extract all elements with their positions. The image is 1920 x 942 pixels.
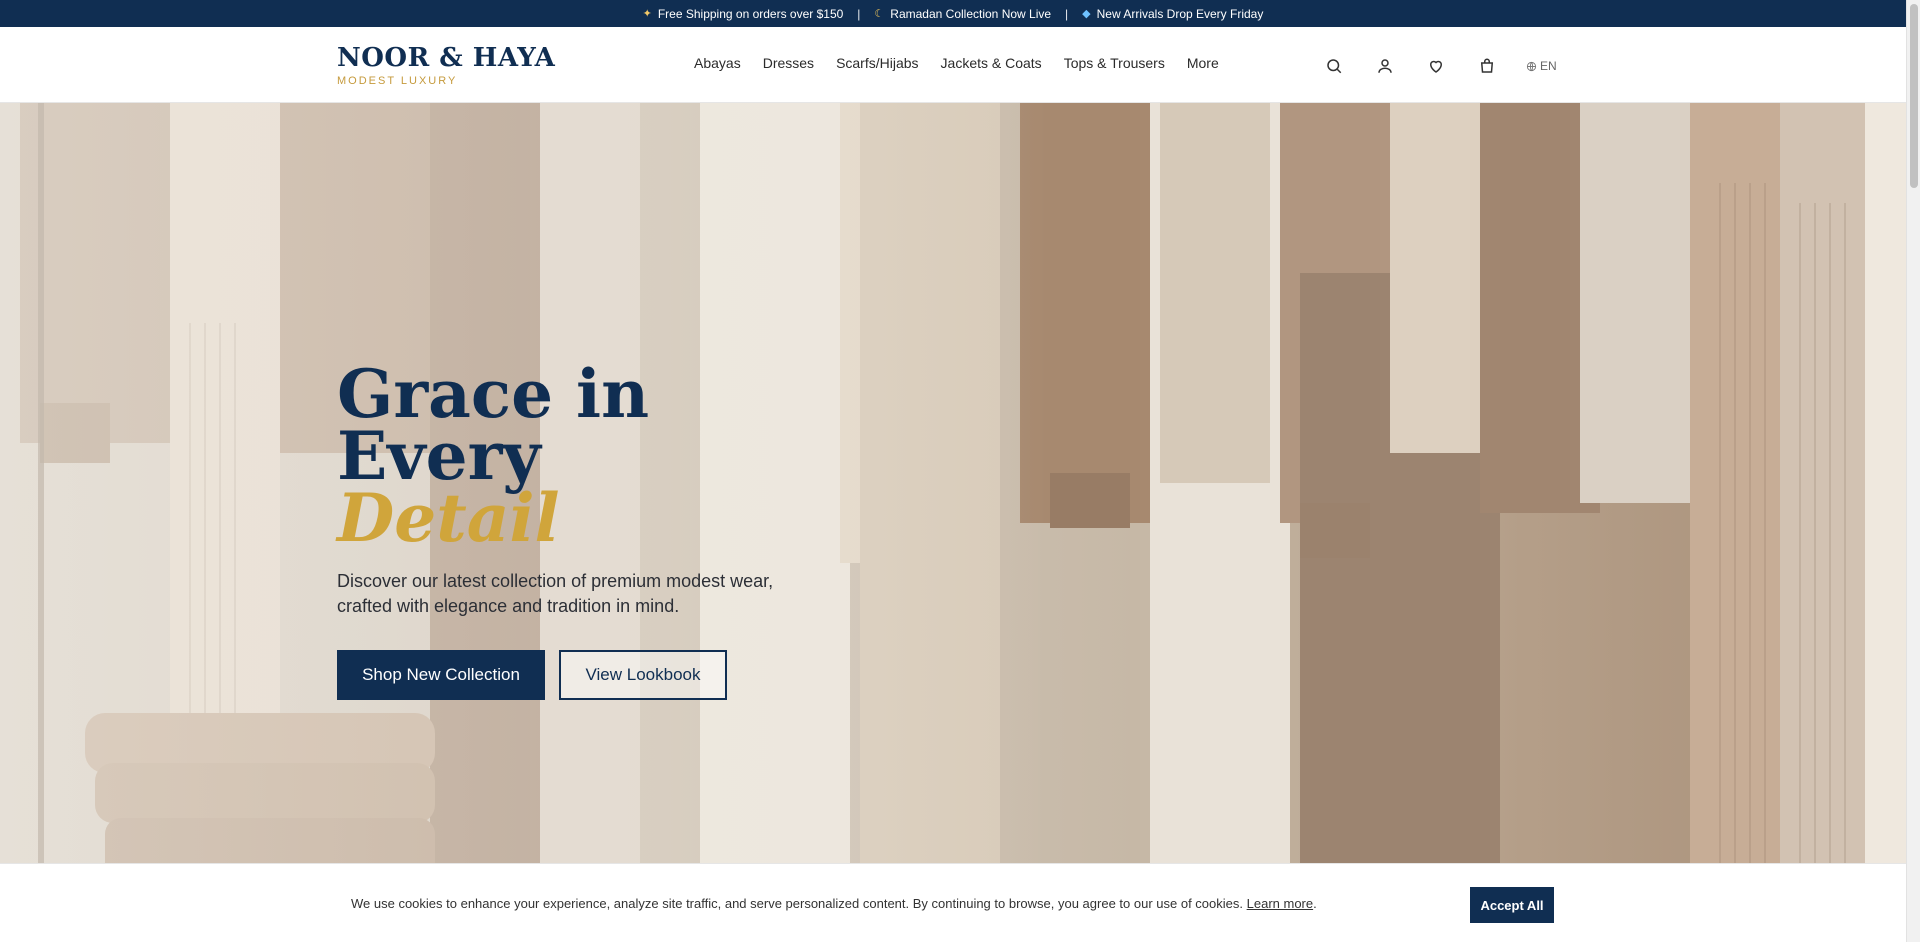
shop-new-collection-button[interactable]: Shop New Collection <box>337 650 545 700</box>
announcement-text: Ramadan Collection Now Live <box>890 6 1052 21</box>
hero-title-line: Grace in Every <box>337 355 650 495</box>
nav-item-scarfs-hijabs[interactable]: Scarfs/Hijabs <box>836 55 918 71</box>
moon-icon: ☾ <box>874 8 885 20</box>
scrollbar-thumb[interactable] <box>1910 4 1918 188</box>
hero-banner: Grace in Every Detail Discover our lates… <box>0 103 1906 863</box>
announcement-item: ✦ Free Shipping on orders over $150 <box>643 7 844 21</box>
hero-buttons: Shop New Collection View Lookbook <box>337 650 857 700</box>
announcement-bar: ✦ Free Shipping on orders over $150 | ☾ … <box>0 0 1906 27</box>
accept-all-button[interactable]: Accept All <box>1470 887 1554 923</box>
learn-more-link[interactable]: Learn more <box>1247 896 1313 911</box>
nav-item-abayas[interactable]: Abayas <box>694 55 741 71</box>
main-nav: Abayas Dresses Scarfs/Hijabs Jackets & C… <box>694 55 1219 71</box>
cookie-text: We use cookies to enhance your experienc… <box>351 896 1243 911</box>
nav-item-jackets-coats[interactable]: Jackets & Coats <box>941 55 1042 71</box>
site-header: NOOR & HAYA MODEST LUXURY Abayas Dresses… <box>0 27 1906 103</box>
hero-title-accent: Detail <box>337 479 560 557</box>
search-icon[interactable] <box>1322 54 1346 78</box>
separator: | <box>857 6 861 21</box>
globe-icon <box>1526 61 1537 71</box>
hero-title: Grace in Every Detail <box>337 361 857 557</box>
page-scrollbar[interactable] <box>1906 0 1920 942</box>
hero-subtitle: Discover our latest collection of premiu… <box>337 571 774 616</box>
nav-item-tops-trousers[interactable]: Tops & Trousers <box>1064 55 1165 71</box>
brand-tagline: MODEST LUXURY <box>337 75 458 87</box>
announcement-text: New Arrivals Drop Every Friday <box>1096 6 1264 21</box>
language-code: EN <box>1540 59 1557 73</box>
brand-logo[interactable]: NOOR & HAYA MODEST LUXURY <box>337 43 555 87</box>
nav-item-dresses[interactable]: Dresses <box>763 55 814 71</box>
nav-item-more[interactable]: More <box>1187 55 1219 71</box>
header-icons: EN <box>1322 54 1557 78</box>
bag-icon[interactable] <box>1475 54 1499 78</box>
announcement-item: ◆ New Arrivals Drop Every Friday <box>1082 7 1263 21</box>
announcement-item: ☾ Ramadan Collection Now Live <box>874 7 1051 21</box>
cookie-banner: We use cookies to enhance your experienc… <box>0 863 1906 942</box>
announcement-text: Free Shipping on orders over $150 <box>657 6 844 21</box>
brand-name: NOOR & HAYA <box>337 43 556 73</box>
user-icon[interactable] <box>1373 54 1397 78</box>
hero-overlay <box>0 103 1906 863</box>
sparkles-icon: ✦ <box>642 8 652 20</box>
gem-icon: ◆ <box>1082 8 1091 20</box>
heart-icon[interactable] <box>1424 54 1448 78</box>
separator: | <box>1065 6 1069 21</box>
view-lookbook-button[interactable]: View Lookbook <box>559 650 727 700</box>
language-selector[interactable]: EN <box>1526 59 1557 73</box>
hero-content: Grace in Every Detail Discover our lates… <box>337 361 857 700</box>
cookie-message: We use cookies to enhance your experienc… <box>351 896 1317 911</box>
